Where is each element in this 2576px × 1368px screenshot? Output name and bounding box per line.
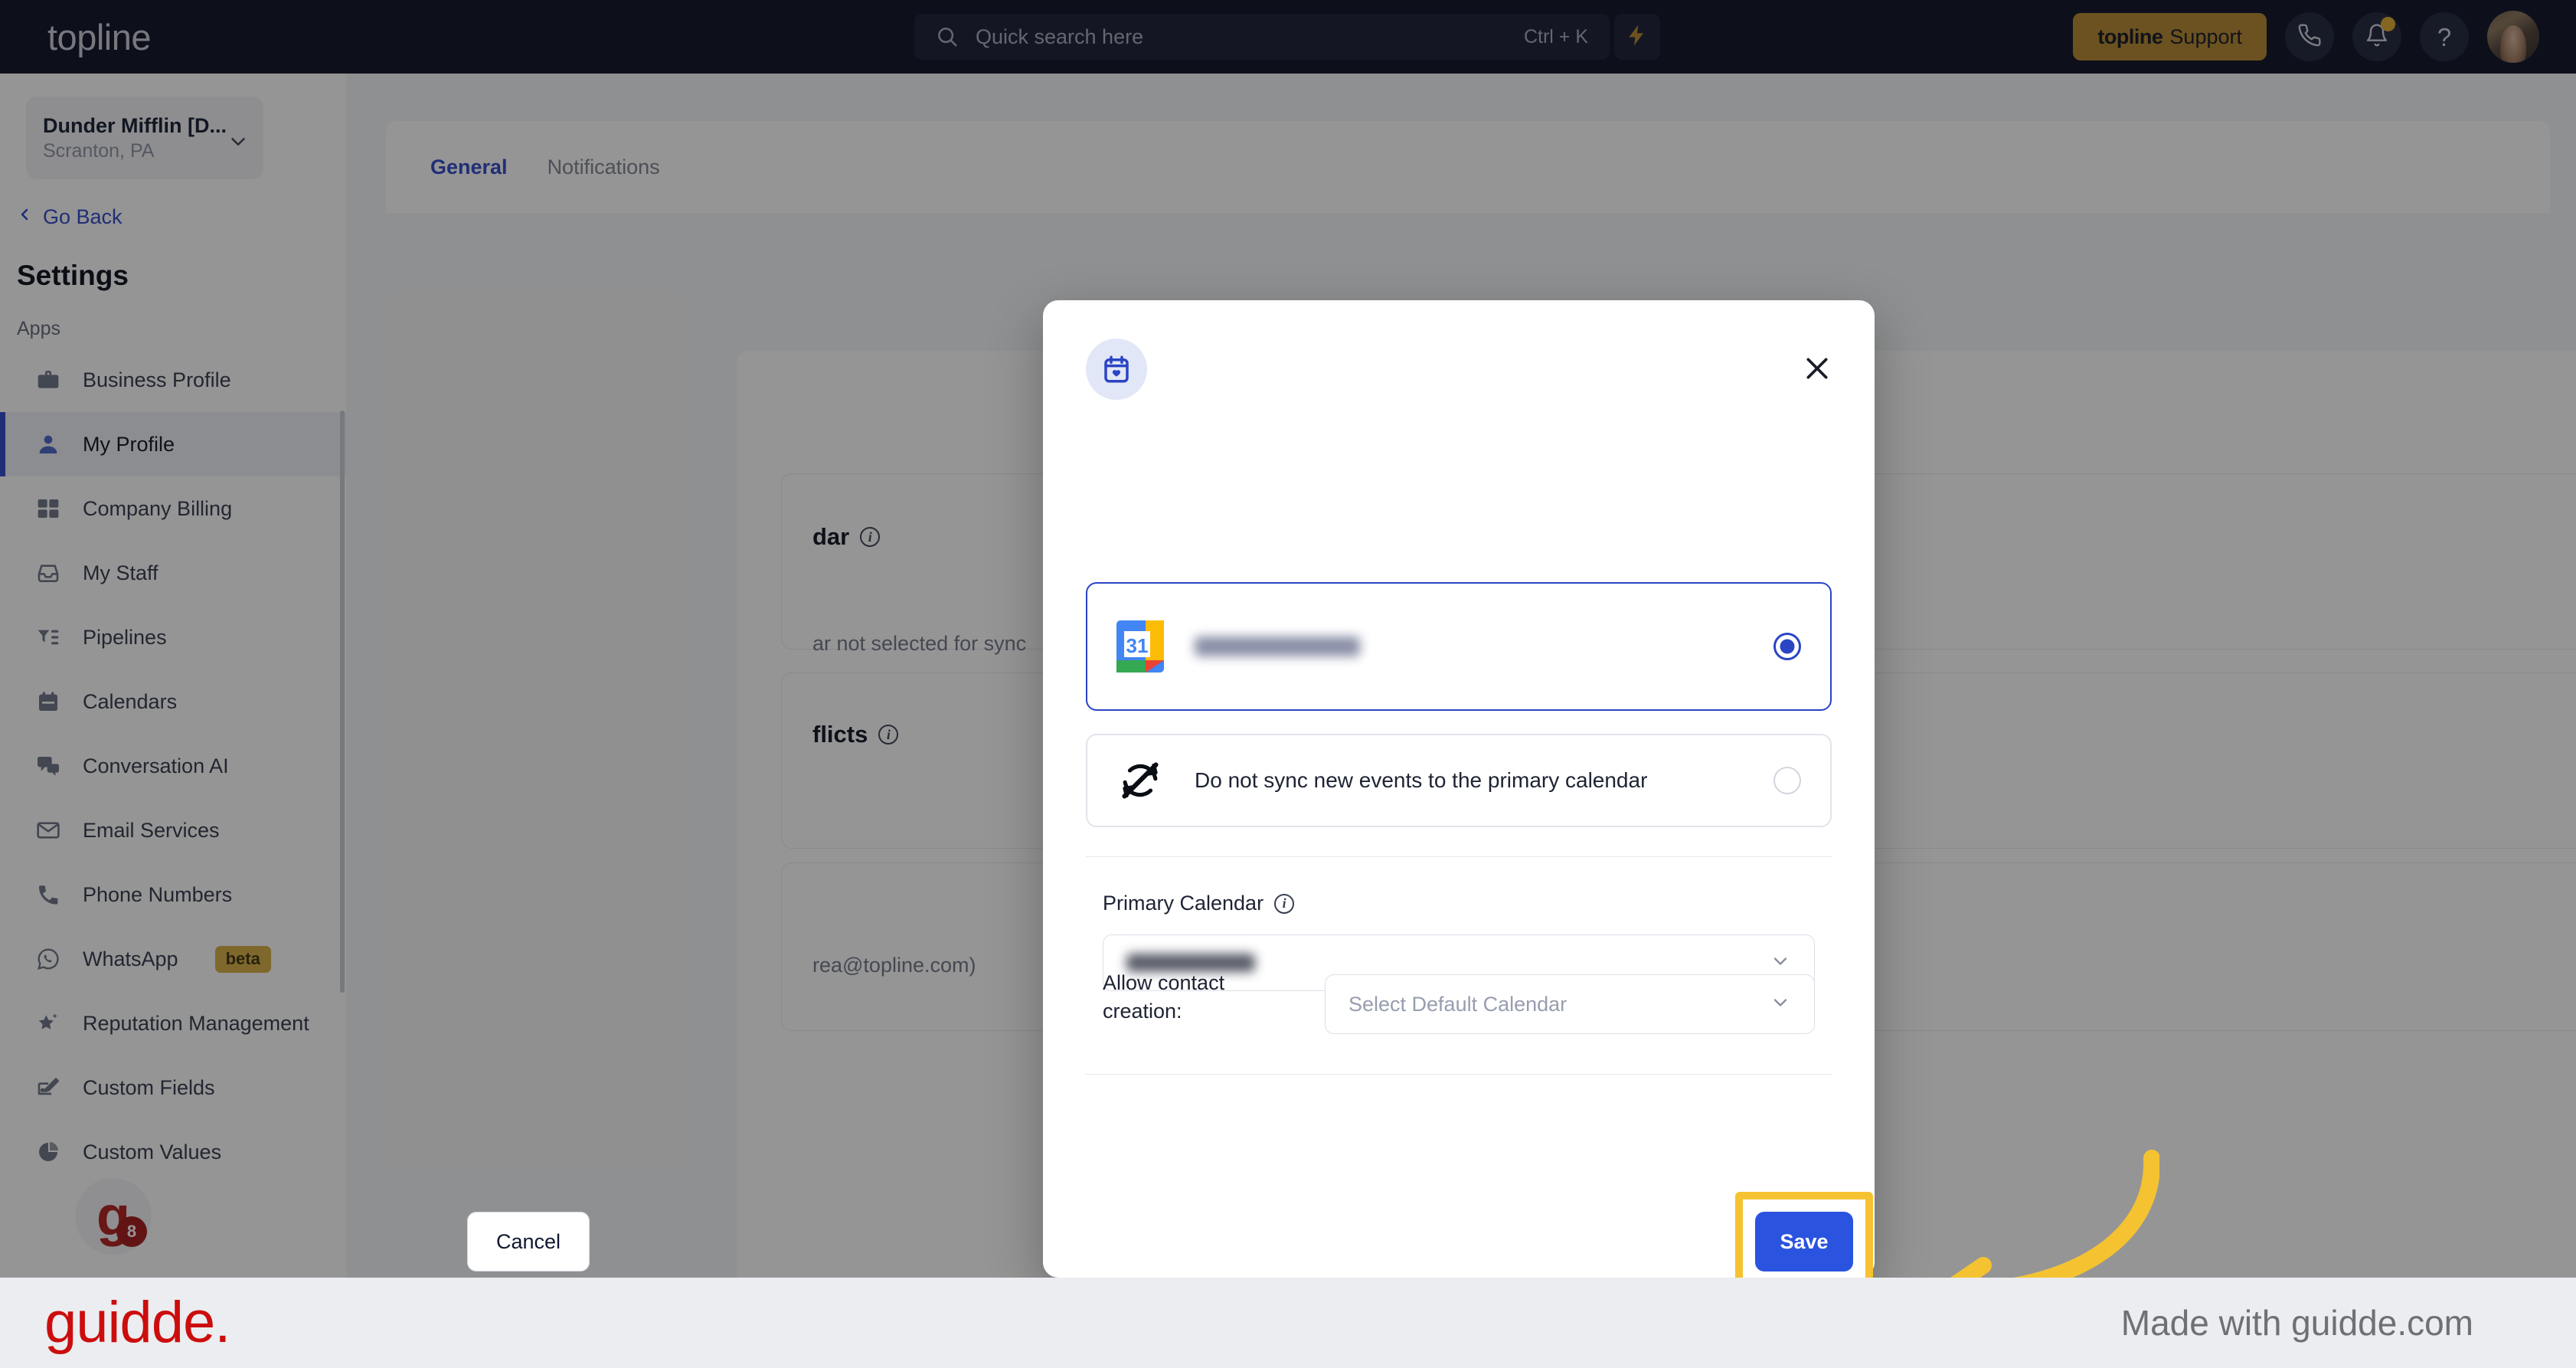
no-sync-icon xyxy=(1116,757,1164,804)
calendar-email-redacted xyxy=(1195,637,1360,656)
primary-calendar-value-redacted xyxy=(1126,954,1255,972)
close-icon[interactable] xyxy=(1796,348,1838,389)
default-calendar-placeholder: Select Default Calendar xyxy=(1348,992,1568,1016)
radio-google-calendar[interactable] xyxy=(1773,633,1801,660)
guidde-footer: guidde. Made with guidde.com xyxy=(0,1278,2576,1368)
calendar-option-google[interactable]: 31 xyxy=(1086,582,1832,711)
chevron-down-icon xyxy=(1770,951,1791,976)
info-icon[interactable]: i xyxy=(1274,893,1295,914)
modal-footer-divider xyxy=(1086,1074,1832,1075)
app-root: topline Quick search here Ctrl + K topli… xyxy=(0,0,2576,1368)
radio-no-sync[interactable] xyxy=(1773,767,1801,794)
cancel-button[interactable]: Cancel xyxy=(467,1212,590,1271)
allow-contact-line-2: creation: xyxy=(1103,1000,1182,1023)
no-sync-label: Do not sync new events to the primary ca… xyxy=(1195,768,1648,792)
svg-text:31: 31 xyxy=(1126,634,1149,657)
google-calendar-icon: 31 xyxy=(1116,620,1164,673)
allow-contact-line-1: Allow contact xyxy=(1103,971,1225,994)
made-with-guidde-text: Made with guidde.com xyxy=(2120,1303,2473,1343)
save-button[interactable]: Save xyxy=(1755,1212,1853,1271)
modal-divider xyxy=(1086,856,1832,857)
allow-contact-creation-label: Allow contact creation: xyxy=(1103,971,1241,1023)
default-calendar-select[interactable]: Select Default Calendar xyxy=(1325,974,1815,1034)
chevron-down-icon xyxy=(1770,992,1791,1017)
primary-calendar-field-label: Primary Calendar i xyxy=(1103,892,1295,915)
calendar-check-icon xyxy=(1086,339,1147,400)
calendar-option-no-sync[interactable]: Do not sync new events to the primary ca… xyxy=(1086,734,1832,827)
primary-calendar-modal: Primary Calendar Which calendar should w… xyxy=(1043,300,1875,1278)
guidde-logo: guidde. xyxy=(44,1290,230,1355)
